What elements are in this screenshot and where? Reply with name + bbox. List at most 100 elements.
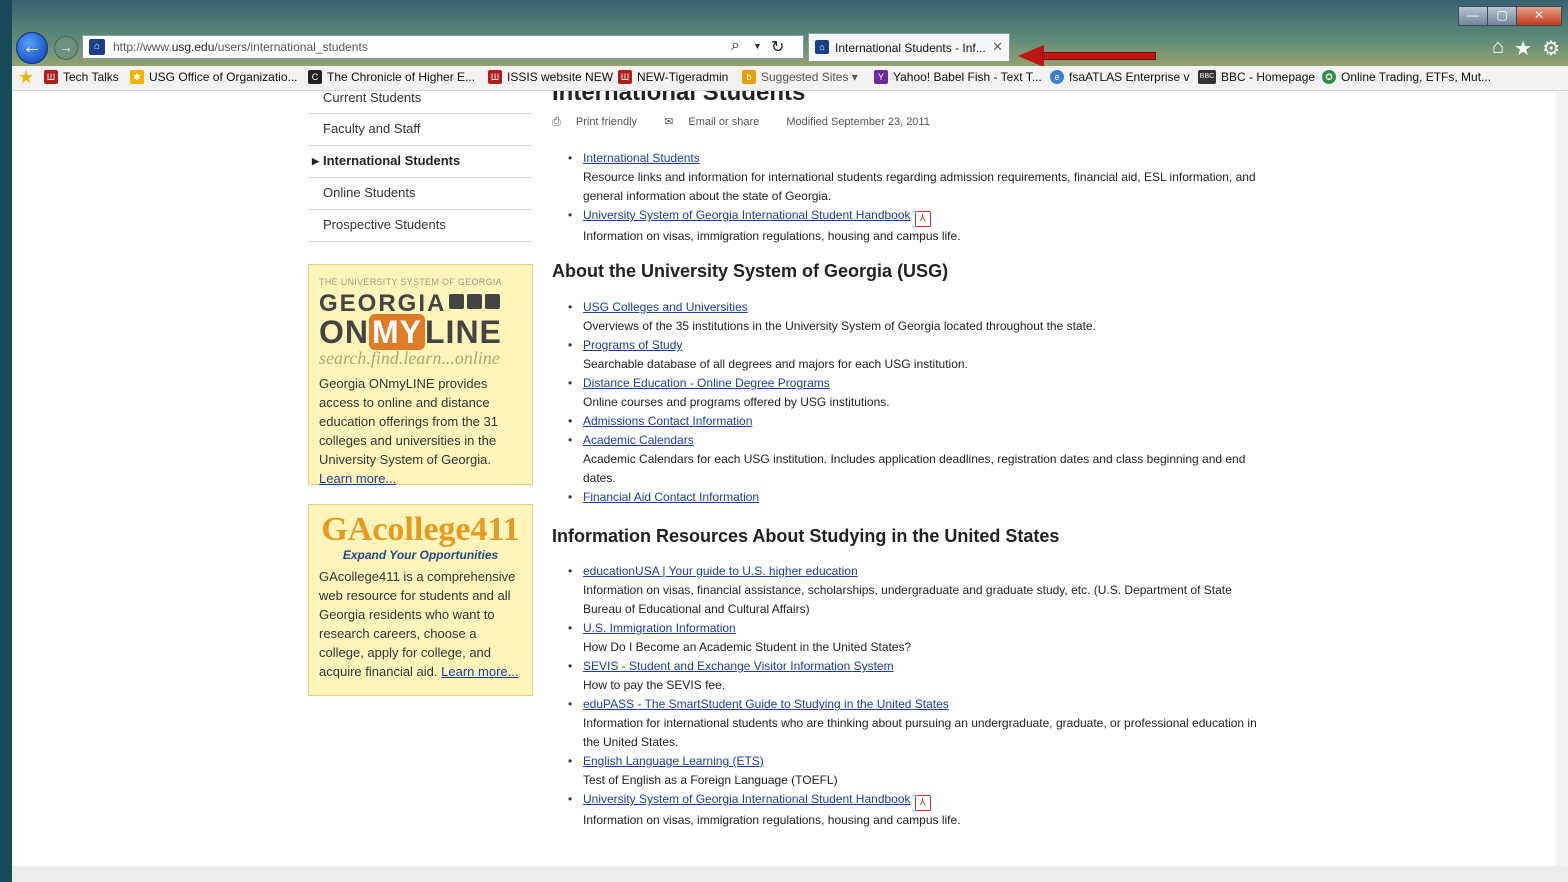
- link-international-students[interactable]: International Students: [583, 151, 700, 165]
- link-financial-aid-contact[interactable]: Financial Aid Contact Information: [583, 490, 759, 504]
- gear-icon[interactable]: ⚙: [1542, 36, 1560, 61]
- gom-description: Georgia ONmyLINE provides access to onli…: [319, 374, 522, 488]
- left-navigation: Current Students Faculty and Staff ▶ Inte…: [308, 91, 532, 242]
- email-share-link[interactable]: ✉ Email or share: [664, 116, 771, 128]
- nav-item-online-students[interactable]: Online Students: [308, 178, 532, 210]
- link-academic-calendars[interactable]: Academic Calendars: [583, 433, 694, 447]
- modified-date: Modified September 23, 2011: [786, 116, 930, 128]
- nav-item-prospective-students[interactable]: Prospective Students: [308, 210, 532, 242]
- chevron-down-icon[interactable]: ▼: [753, 41, 762, 51]
- tab-international-students[interactable]: ⌂ International Students - Inf... ✕: [808, 33, 1010, 61]
- back-button[interactable]: ←: [16, 32, 48, 64]
- gom-logo-top: GEORGIA: [319, 292, 522, 316]
- nav-item-international-students[interactable]: ▶ International Students: [308, 146, 532, 178]
- link-sevis[interactable]: SEVIS - Student and Exchange Visitor Inf…: [583, 659, 894, 673]
- link-educationusa[interactable]: educationUSA | Your guide to U.S. higher…: [583, 564, 858, 578]
- favorite-chronicle[interactable]: C The Chronicle of Higher E...: [308, 70, 475, 84]
- gom-logo-word: GEORGIA: [319, 290, 447, 317]
- tab-title: International Students - Inf...: [835, 41, 986, 55]
- favorite-label: Suggested Sites ▾: [761, 70, 858, 84]
- add-favorite-star-icon[interactable]: ★: [18, 67, 34, 88]
- favorite-label: USG Office of Organizatio...: [149, 70, 298, 84]
- gom-learn-more-link[interactable]: Learn more...: [319, 471, 396, 486]
- link-admissions-contact[interactable]: Admissions Contact Information: [583, 414, 752, 428]
- ga-text: GAcollege411 is a comprehensive web reso…: [319, 569, 516, 679]
- site-favicon-icon: ⌂: [89, 39, 105, 55]
- favorite-label: ISSIS website NEW: [507, 70, 614, 84]
- link-student-handbook-2[interactable]: University System of Georgia Internation…: [583, 792, 911, 806]
- favorite-label: Yahoo! Babel Fish - Text T...: [893, 70, 1042, 84]
- link-student-handbook[interactable]: University System of Georgia Internation…: [583, 208, 911, 222]
- link-us-immigration[interactable]: U.S. Immigration Information: [583, 621, 736, 635]
- resource-links: educationUSA | Your guide to U.S. higher…: [568, 562, 1268, 830]
- list-item: eduPASS - The SmartStudent Guide to Stud…: [568, 695, 1268, 714]
- link-description: Information on visas, immigration regula…: [583, 229, 961, 243]
- page-title: International Students: [552, 91, 806, 106]
- favorites-star-icon[interactable]: ★: [1514, 36, 1532, 61]
- list-item: Programs of Study: [568, 336, 1268, 355]
- gom-my: MY: [369, 314, 425, 350]
- bookmark-icon: Ш: [618, 70, 632, 84]
- ga-learn-more-link[interactable]: Learn more...: [441, 664, 518, 679]
- link-usg-colleges[interactable]: USG Colleges and Universities: [583, 300, 748, 314]
- link-description: Test of English as a Foreign Language (T…: [583, 773, 838, 787]
- bookmark-icon: Ш: [44, 70, 58, 84]
- link-description: How to pay the SEVIS fee.: [583, 678, 726, 692]
- pdf-icon: ⅄: [914, 211, 931, 227]
- favorite-label: BBC - Homepage: [1221, 70, 1316, 84]
- gacollege411-description: GAcollege411 is a comprehensive web reso…: [319, 567, 522, 681]
- bookmark-icon: ✪: [1322, 70, 1336, 84]
- favorite-suggested-sites[interactable]: b Suggested Sites ▾: [742, 70, 858, 84]
- link-distance-education[interactable]: Distance Education - Online Degree Progr…: [583, 376, 830, 390]
- screen: — ▢ ✕ ← → ⌂ http://www.usg.edu/users/int…: [0, 0, 1568, 882]
- refresh-icon[interactable]: ↻: [771, 37, 784, 57]
- list-item: University System of Georgia Internation…: [568, 206, 1268, 227]
- list-item: USG Colleges and Universities: [568, 298, 1268, 317]
- favorite-babelfish[interactable]: Y Yahoo! Babel Fish - Text T...: [874, 70, 1042, 84]
- link-description: Information on visas, financial assistan…: [583, 583, 1232, 616]
- link-description: Information on visas, immigration regula…: [583, 813, 961, 827]
- forward-arrow-icon: →: [59, 39, 73, 55]
- print-label: Print friendly: [575, 116, 638, 128]
- favorite-issis[interactable]: Ш ISSIS website NEW: [488, 70, 613, 84]
- favorite-online-trading[interactable]: ✪ Online Trading, ETFs, Mut...: [1322, 70, 1491, 84]
- favorite-usg-office[interactable]: ✱ USG Office of Organizatio...: [130, 70, 298, 84]
- section-heading-info-resources: Information Resources About Studying in …: [552, 526, 1060, 546]
- url-path: /users/international_students: [214, 40, 368, 54]
- list-item: U.S. Immigration Information: [568, 619, 1268, 638]
- favorite-tech-talks[interactable]: Ш Tech Talks: [44, 70, 119, 84]
- forward-button[interactable]: →: [54, 36, 78, 60]
- nav-item-current-students[interactable]: Current Students: [308, 91, 532, 114]
- nav-item-faculty-staff[interactable]: Faculty and Staff: [308, 114, 532, 146]
- maximize-button[interactable]: ▢: [1487, 6, 1517, 26]
- address-bar[interactable]: ⌂ http://www.usg.edu/users/international…: [82, 35, 804, 59]
- favorite-fsaatlas[interactable]: e fsaATLAS Enterprise v: [1050, 70, 1190, 84]
- vertical-scrollbar[interactable]: [1556, 91, 1568, 866]
- printer-icon: ⎙: [552, 116, 561, 128]
- link-english-language-learning[interactable]: English Language Learning (ETS): [583, 754, 764, 768]
- url-text[interactable]: http://www.usg.edu/users/international_s…: [113, 40, 368, 54]
- search-icon[interactable]: ⌕: [731, 37, 740, 55]
- close-tab-icon[interactable]: ✕: [992, 39, 1003, 55]
- window-close-button[interactable]: ✕: [1516, 6, 1562, 26]
- minimize-button[interactable]: —: [1458, 6, 1488, 26]
- print-friendly-link[interactable]: ⎙ Print friendly: [552, 116, 649, 128]
- logo-block-icon: [485, 294, 501, 309]
- logo-block-icon: [467, 294, 483, 309]
- favorite-label: NEW-Tigeradmin: [637, 70, 729, 84]
- intro-links: International Students Resource links an…: [568, 149, 1268, 246]
- link-description: How Do I Become an Academic Student in t…: [583, 640, 912, 654]
- logo-block-icon: [449, 294, 465, 309]
- url-domain: usg.edu: [171, 40, 215, 54]
- link-edupass[interactable]: eduPASS - The SmartStudent Guide to Stud…: [583, 697, 949, 711]
- favorite-tigeradmin[interactable]: Ш NEW-Tigeradmin: [618, 70, 728, 84]
- page-meta: ⎙ Print friendly ✉ Email or share Modifi…: [552, 115, 942, 129]
- gacollege411-subtitle: Expand Your Opportunities: [342, 548, 499, 562]
- list-item: educationUSA | Your guide to U.S. higher…: [568, 562, 1268, 581]
- favorite-label: fsaATLAS Enterprise v: [1069, 70, 1190, 84]
- link-programs-of-study[interactable]: Programs of Study: [583, 338, 682, 352]
- home-icon[interactable]: ⌂: [1492, 36, 1504, 61]
- nav-item-label: International Students: [323, 153, 461, 168]
- bookmark-icon: ✱: [130, 70, 144, 84]
- favorite-bbc[interactable]: BBC BBC - Homepage: [1198, 70, 1315, 84]
